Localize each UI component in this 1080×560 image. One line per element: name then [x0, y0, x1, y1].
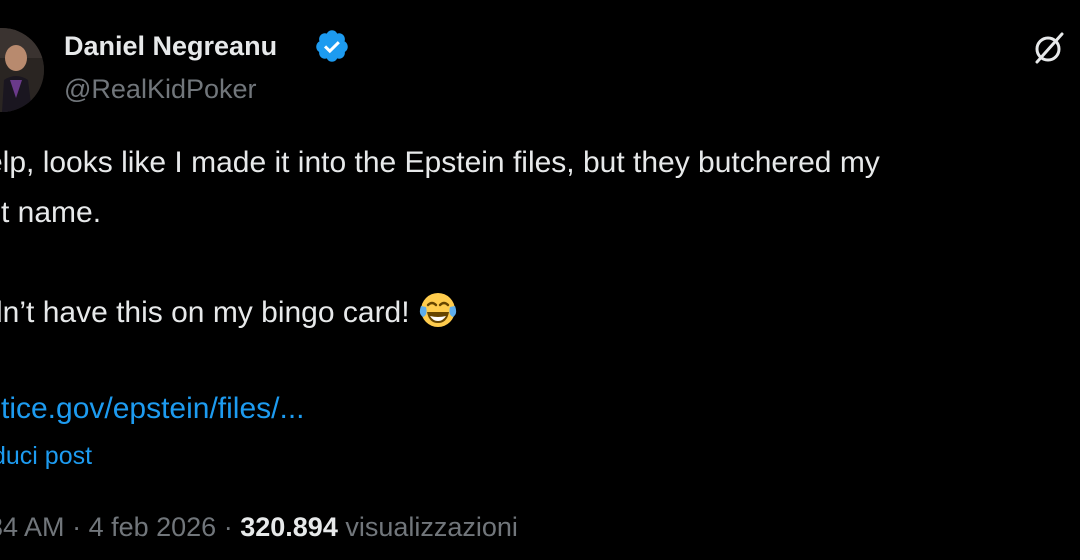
tweet-link[interactable]: stice.gov/epstein/files/...	[0, 389, 305, 429]
avatar[interactable]	[0, 28, 44, 112]
tweet-text: dn’t have this on my bingo card!	[0, 296, 410, 329]
grok-icon[interactable]	[1031, 30, 1067, 66]
tweet-card: Daniel Negreanu @RealKidPoker elp, looks…	[0, 0, 1080, 560]
tweet-text-line: st name.	[0, 196, 102, 229]
meta-separator: ·	[223, 512, 233, 542]
meta-separator: ·	[72, 512, 82, 542]
verified-badge-icon	[316, 30, 348, 62]
face-with-tears-of-joy-icon	[419, 293, 456, 327]
author-handle[interactable]: @RealKidPoker	[64, 71, 257, 107]
views-label: visualizzazioni	[345, 512, 518, 542]
post-metadata: 34 AM · 4 feb 2026 · 320.894 visualizzaz…	[0, 509, 518, 545]
avatar-photo	[0, 28, 44, 112]
translate-post-link[interactable]: duci post	[0, 440, 92, 472]
views-count: 320.894	[240, 512, 338, 542]
tweet-text-line: dn’t have this on my bingo card!	[0, 290, 458, 333]
tweet-text-line: elp, looks like I made it into the Epste…	[0, 146, 880, 179]
post-time[interactable]: 34 AM	[0, 512, 65, 542]
author-name[interactable]: Daniel Negreanu	[64, 28, 277, 64]
post-date[interactable]: 4 feb 2026	[89, 512, 217, 542]
